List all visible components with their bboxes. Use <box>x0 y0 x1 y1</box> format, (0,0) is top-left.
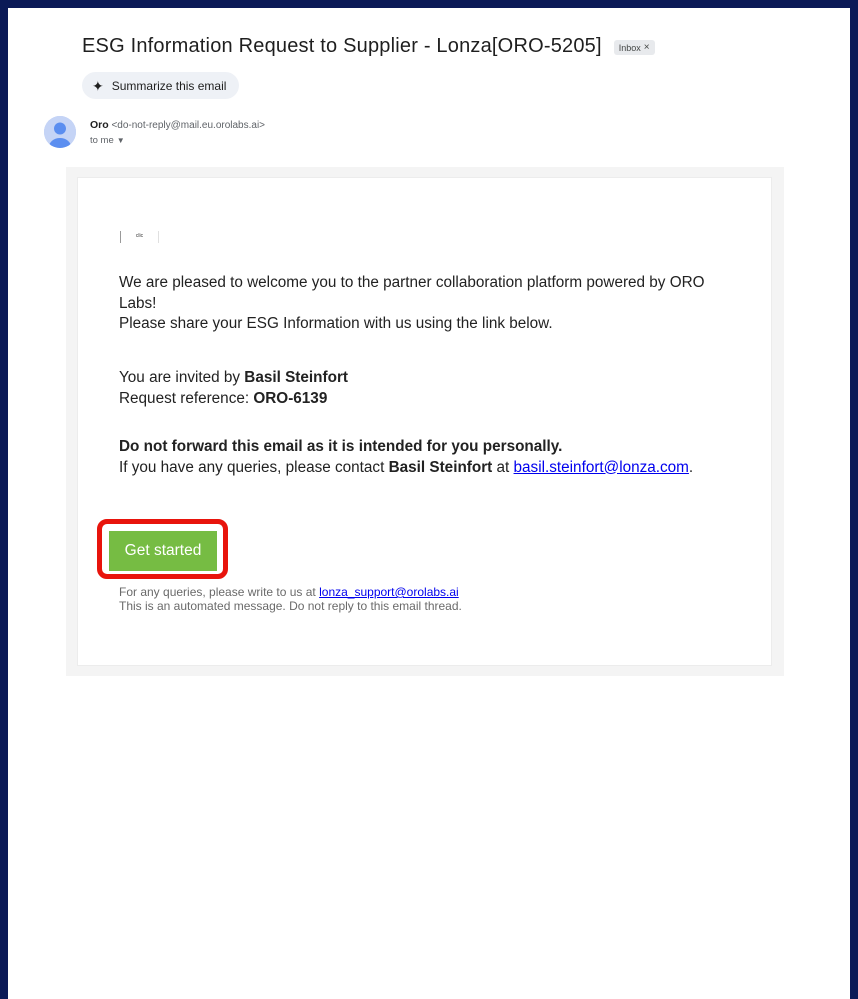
welcome-paragraph: We are pleased to welcome you to the par… <box>119 273 739 335</box>
sender-name: Oro <box>90 119 109 131</box>
summarize-label: Summarize this email <box>111 78 227 93</box>
sparkle-icon: ✦ <box>92 77 104 94</box>
person-icon <box>44 116 76 148</box>
contact-suffix: . <box>688 458 694 476</box>
inbox-label-chip[interactable]: Inbox × <box>613 40 655 55</box>
sender-avatar[interactable] <box>44 116 76 148</box>
inbox-label-text: Inbox <box>618 42 641 53</box>
contact-name: Basil Steinfort <box>388 458 493 476</box>
chevron-down-icon[interactable]: ▼ <box>117 136 125 145</box>
contact-prefix: If you have any queries, please contact <box>119 458 389 476</box>
reference-prefix: Request reference: <box>119 389 254 407</box>
sender-line: Oro <do-not-reply@mail.eu.orolabs.ai> <box>90 119 265 131</box>
recipient-text: to me <box>90 135 114 146</box>
remove-label-icon[interactable]: × <box>644 42 650 53</box>
invite-paragraph: You are invited by Basil Steinfort Reque… <box>119 368 739 409</box>
invited-prefix: You are invited by <box>119 369 245 386</box>
do-not-forward-warning: Do not forward this email as it is inten… <box>119 438 563 455</box>
sender-email: <do-not-reply@mail.eu.orolabs.ai> <box>111 120 266 131</box>
footer-prefix: For any queries, please write to us at <box>119 585 320 599</box>
email-subject-row: ESG Information Request to Supplier - Lo… <box>82 35 655 58</box>
contact-mid: at <box>492 458 514 476</box>
request-reference: ORO-6139 <box>253 389 328 407</box>
recipient-line[interactable]: to me ▼ <box>90 135 125 146</box>
automated-message-note: This is an automated message. Do not rep… <box>119 598 462 613</box>
email-subject: ESG Information Request to Supplier - Lo… <box>82 35 602 57</box>
share-line: Please share your ESG Information with u… <box>119 315 553 332</box>
footer-note: For any queries, please write to us at l… <box>119 585 462 613</box>
broken-logo-image: clic <box>120 231 159 243</box>
support-email-link[interactable]: lonza_support@orolabs.ai <box>319 585 459 599</box>
welcome-line: We are pleased to welcome you to the par… <box>119 274 705 312</box>
warning-paragraph: Do not forward this email as it is inten… <box>119 437 739 478</box>
summarize-email-button[interactable]: ✦ Summarize this email <box>82 72 240 99</box>
get-started-button[interactable]: Get started <box>109 531 217 571</box>
inviter-name: Basil Steinfort <box>244 369 348 386</box>
contact-email-link[interactable]: basil.steinfort@lonza.com <box>514 459 689 476</box>
